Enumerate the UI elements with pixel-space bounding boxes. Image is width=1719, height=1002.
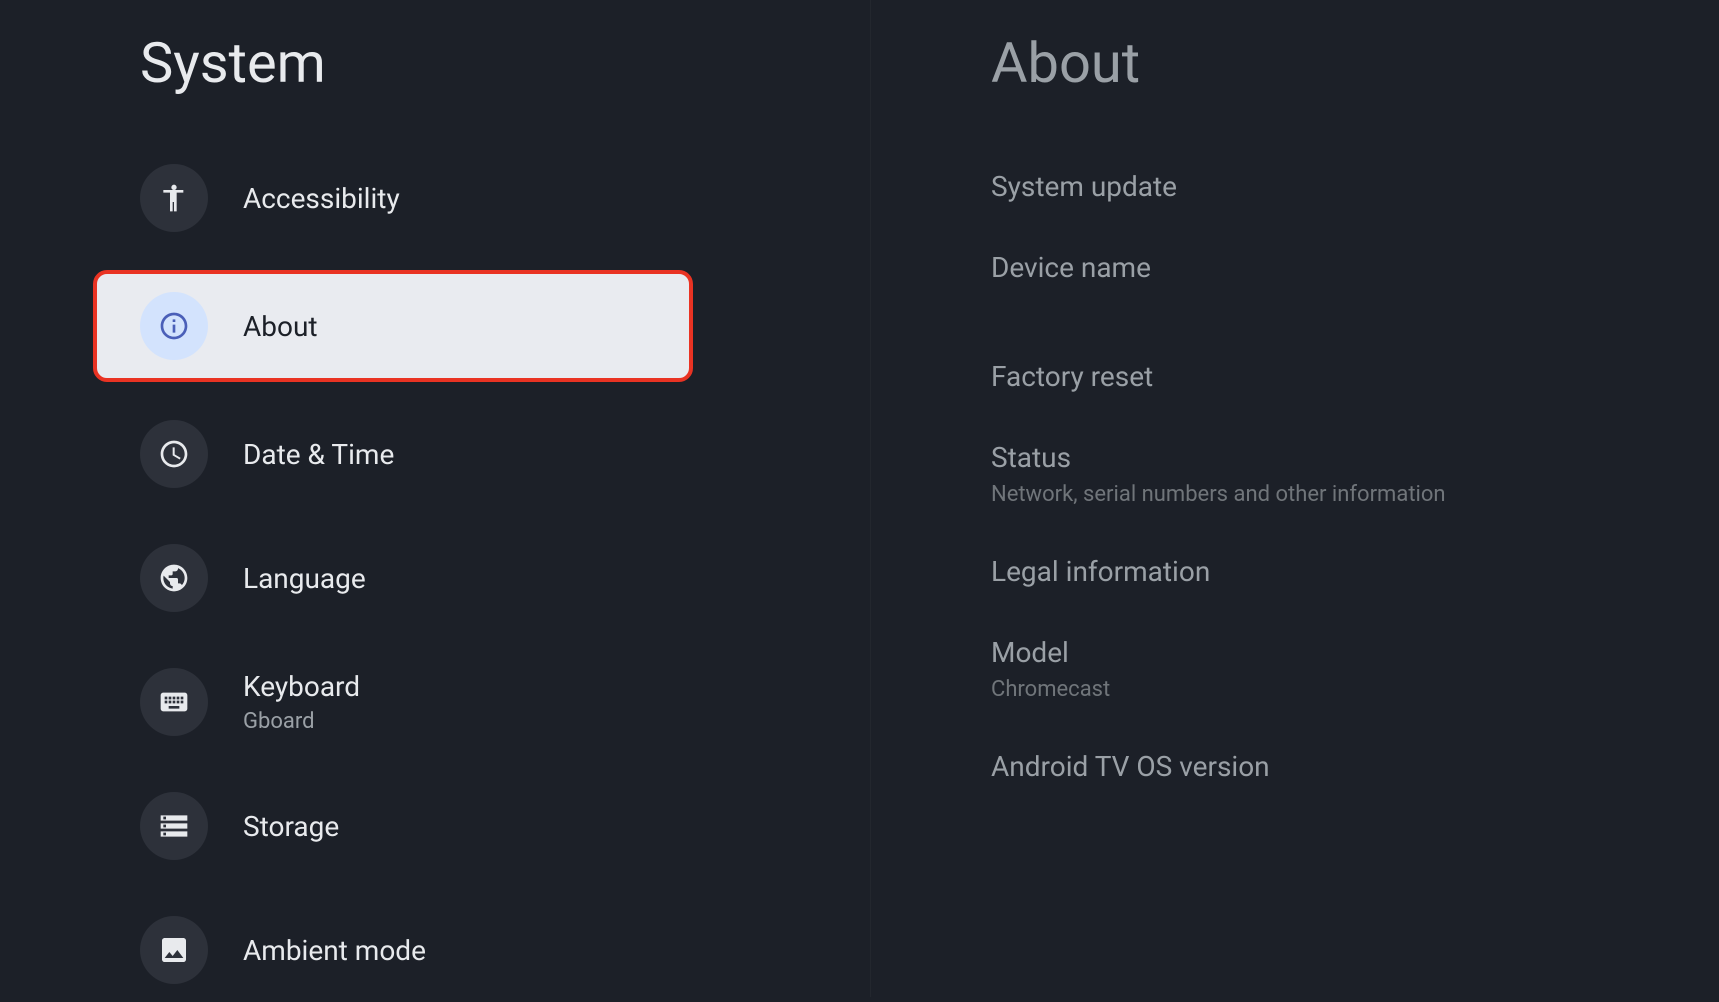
about-label: Device name (991, 251, 1719, 284)
system-panel: System Accessibility About Date & Time (0, 0, 870, 997)
menu-label: Accessibility (243, 182, 400, 215)
about-label: Model (991, 636, 1719, 669)
menu-label: Language (243, 562, 366, 595)
about-sublabel: Chromecast (991, 677, 1719, 702)
about-item-factory-reset[interactable]: Factory reset (991, 336, 1719, 417)
ambient-icon (140, 916, 208, 984)
about-item-device-name[interactable]: Device name (991, 227, 1719, 308)
menu-label: Ambient mode (243, 934, 426, 967)
about-panel-title: About (991, 30, 1719, 96)
menu-item-storage[interactable]: Storage (93, 774, 693, 878)
menu-sublabel: Gboard (243, 709, 360, 734)
about-item-model[interactable]: Model Chromecast (991, 612, 1719, 726)
about-sublabel: Network, serial numbers and other inform… (991, 482, 1719, 507)
info-icon (140, 292, 208, 360)
about-label: System update (991, 170, 1719, 203)
about-label: Status (991, 441, 1719, 474)
about-item-android-tv-os-version[interactable]: Android TV OS version (991, 726, 1719, 807)
menu-label: Date & Time (243, 438, 394, 471)
menu-label: Storage (243, 810, 339, 843)
system-menu-list: Accessibility About Date & Time (0, 146, 870, 1002)
globe-icon (140, 544, 208, 612)
menu-item-ambient-mode[interactable]: Ambient mode (93, 898, 693, 1002)
about-menu-list: System update Device name Factory reset … (871, 146, 1719, 807)
menu-label: Keyboard (243, 670, 360, 703)
storage-icon (140, 792, 208, 860)
about-label: Legal information (991, 555, 1719, 588)
accessibility-icon (140, 164, 208, 232)
about-item-status[interactable]: Status Network, serial numbers and other… (991, 417, 1719, 531)
keyboard-icon (140, 668, 208, 736)
menu-item-language[interactable]: Language (93, 526, 693, 630)
system-panel-title: System (140, 30, 870, 96)
about-label: Android TV OS version (991, 750, 1719, 783)
about-item-legal-information[interactable]: Legal information (991, 531, 1719, 612)
menu-item-date-time[interactable]: Date & Time (93, 402, 693, 506)
menu-label: About (243, 310, 318, 343)
about-label: Factory reset (991, 360, 1719, 393)
menu-item-about[interactable]: About (93, 270, 693, 382)
clock-icon (140, 420, 208, 488)
about-panel: About System update Device name Factory … (870, 0, 1719, 997)
menu-item-accessibility[interactable]: Accessibility (93, 146, 693, 250)
about-item-system-update[interactable]: System update (991, 146, 1719, 227)
menu-item-keyboard[interactable]: Keyboard Gboard (93, 650, 693, 754)
